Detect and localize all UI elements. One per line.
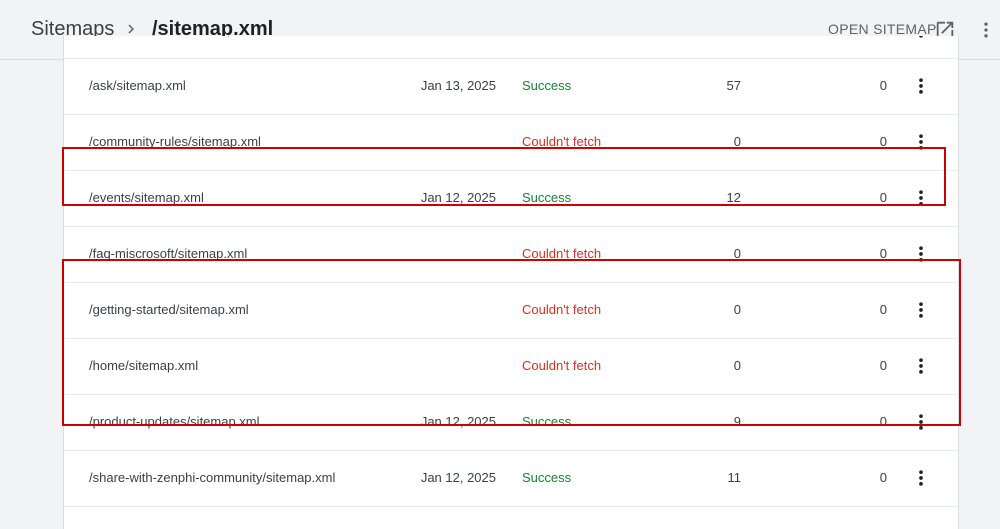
more-vert-icon[interactable] <box>911 412 931 432</box>
more-vert-icon[interactable] <box>911 244 931 264</box>
submitted-date: Jan 12, 2025 <box>394 36 496 58</box>
table-row[interactable]: /home/sitemap.xml Couldn't fetch 0 0 <box>64 338 958 395</box>
sitemap-path[interactable]: /community-rules/sitemap.xml <box>89 114 261 170</box>
discovered-pages: 11 <box>727 470 742 485</box>
submitted-date: Jan 12, 2025 <box>420 414 496 429</box>
more-vert-icon[interactable] <box>911 468 931 488</box>
discovered-videos: 0 <box>879 302 887 317</box>
more-vert-icon[interactable] <box>911 356 931 376</box>
status-badge: Couldn't fetch <box>522 134 602 149</box>
status-badge: Couldn't fetch <box>522 302 602 317</box>
table-row[interactable]: /product-updates/sitemap.xml Jan 12, 2025… <box>64 394 958 451</box>
table-row[interactable]: /community-rules/sitemap.xml Couldn't fet… <box>64 114 958 171</box>
sitemap-path[interactable]: /announcements/sitemap.xml <box>89 36 258 58</box>
discovered-videos: 0 <box>824 36 887 58</box>
table-row[interactable]: /announcements/sitemap.xml Jan 12, 2025 Su… <box>64 36 958 59</box>
sitemap-path[interactable]: /home/sitemap.xml <box>89 338 198 394</box>
discovered-videos: 0 <box>879 470 887 485</box>
sitemap-path[interactable]: /share-with-zenphi-community/sitemap.xml <box>89 450 335 506</box>
discovered-videos: 0 <box>879 78 887 93</box>
sitemap-path[interactable]: /ask/sitemap.xml <box>89 58 186 114</box>
discovered-videos: 0 <box>879 134 887 149</box>
status-badge: Success <box>522 36 571 58</box>
more-vert-icon[interactable] <box>911 132 931 152</box>
discovered-pages: 70 <box>684 36 741 58</box>
table-row[interactable]: /ask/sitemap.xml Jan 13, 2025 Success 57 0 <box>64 58 958 115</box>
submitted-date: Jan 12, 2025 <box>420 470 496 485</box>
submitted-date: Jan 12, 2025 <box>420 190 496 205</box>
status-badge: Success <box>522 414 572 429</box>
discovered-pages: 0 <box>733 246 741 261</box>
discovered-videos: 0 <box>879 414 887 429</box>
discovered-videos: 0 <box>879 246 887 261</box>
table-row[interactable]: /share-with-zenphi-community/sitemap.xml… <box>64 450 958 507</box>
sitemaps-table: /announcements/sitemap.xml Jan 12, 2025 Su… <box>63 36 959 529</box>
discovered-videos: 0 <box>879 190 887 205</box>
status-badge: Couldn't fetch <box>522 358 602 373</box>
sitemap-path[interactable]: /events/sitemap.xml <box>89 170 204 226</box>
discovered-pages: 9 <box>733 414 741 429</box>
table-row[interactable]: /getting-started/sitemap.xml Couldn't fet… <box>64 282 958 339</box>
status-badge: Success <box>522 470 572 485</box>
discovered-pages: 0 <box>733 302 741 317</box>
sitemap-path[interactable]: /faq-miscrosoft/sitemap.xml <box>89 226 247 282</box>
more-vert-icon[interactable] <box>911 188 931 208</box>
table-row[interactable]: /events/sitemap.xml Jan 12, 2025 Success 12… <box>64 170 958 227</box>
open-sitemap-button[interactable]: OPEN SITEMAP <box>828 21 937 37</box>
status-badge: Couldn't fetch <box>522 246 602 261</box>
discovered-pages: 0 <box>733 358 741 373</box>
discovered-pages: 12 <box>726 190 741 205</box>
discovered-pages: 0 <box>733 134 741 149</box>
more-vert-icon[interactable] <box>911 36 931 40</box>
sitemap-path[interactable]: /product-updates/sitemap.xml <box>89 394 260 450</box>
more-vert-icon[interactable] <box>911 76 931 96</box>
more-vert-icon[interactable] <box>976 20 996 40</box>
status-badge: Success <box>522 78 572 93</box>
submitted-date: Jan 13, 2025 <box>420 78 496 93</box>
status-badge: Success <box>522 190 572 205</box>
discovered-videos: 0 <box>879 358 887 373</box>
table-row[interactable]: /faq-miscrosoft/sitemap.xml Couldn't fetc… <box>64 226 958 283</box>
sitemap-path[interactable]: /getting-started/sitemap.xml <box>89 282 249 338</box>
more-vert-icon[interactable] <box>911 300 931 320</box>
discovered-pages: 57 <box>726 78 741 93</box>
